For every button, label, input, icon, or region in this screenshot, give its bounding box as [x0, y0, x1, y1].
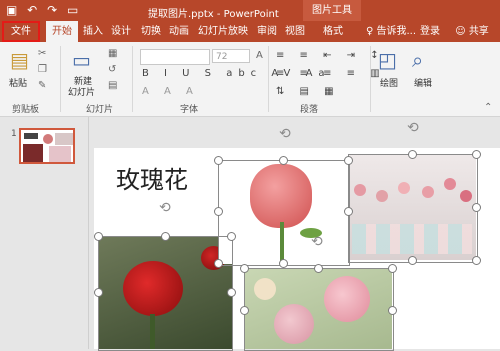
cut-icon[interactable]: ✂	[38, 48, 46, 59]
resize-handle[interactable]	[408, 256, 417, 265]
paste-button[interactable]: 粘贴	[9, 76, 27, 89]
collapse-ribbon-icon[interactable]: ⌃	[484, 102, 492, 113]
tab-animations[interactable]: 动画	[166, 21, 192, 42]
resize-handle[interactable]	[472, 150, 481, 159]
resize-handle[interactable]	[214, 156, 223, 165]
resize-handle[interactable]	[472, 203, 481, 212]
slide-thumbnail-pane: 1	[0, 117, 89, 349]
person-icon: ☺	[455, 26, 466, 37]
font-grow-icon[interactable]: A	[256, 50, 263, 61]
group-label-font: 字体	[180, 105, 199, 115]
layout-icon[interactable]: ▦	[108, 48, 117, 59]
resize-handle[interactable]	[94, 232, 103, 241]
redo-icon[interactable]: ↷	[47, 3, 57, 17]
selection-frame	[218, 160, 350, 266]
resize-handle[interactable]	[472, 256, 481, 265]
document-title: 提取图片.pptx - PowerPoint	[148, 9, 279, 20]
font-format-row-2[interactable]: A A A	[142, 86, 199, 97]
quick-access-toolbar: ▣ ↶ ↷ ▭	[6, 3, 84, 17]
slide-thumbnail[interactable]	[19, 128, 75, 164]
ribbon-home: ▤ 粘贴 ✂ ❐ ✎ 剪贴板 ▭ 新建 幻灯片 ▦ ↺ ▤ 幻灯片 72 A B…	[0, 42, 500, 117]
signin-button[interactable]: 登录	[416, 21, 444, 42]
ribbon-tabs: 文件 开始 插入 设计 切换 动画 幻灯片放映 审阅 视图 格式 ♀ 告诉我..…	[0, 21, 500, 42]
resize-handle[interactable]	[161, 232, 170, 241]
tab-review[interactable]: 审阅	[254, 21, 280, 42]
font-family-box[interactable]	[140, 49, 210, 65]
tab-view[interactable]: 视图	[282, 21, 308, 42]
editing-button[interactable]: 编辑	[414, 76, 432, 89]
tab-transitions[interactable]: 切换	[138, 21, 164, 42]
resize-handle[interactable]	[388, 264, 397, 273]
new-slide-label-2[interactable]: 幻灯片	[68, 85, 95, 98]
rotate-handle-icon[interactable]: ⟲	[407, 120, 419, 136]
group-separator	[60, 46, 61, 112]
tab-slideshow[interactable]: 幻灯片放映	[196, 21, 250, 42]
save-icon[interactable]: ▣	[6, 3, 17, 17]
list-buttons-row[interactable]: ≡ ≡ ⇤ ⇥ ↕	[276, 50, 385, 61]
slide-number: 1	[11, 129, 17, 139]
font-size-box[interactable]: 72	[212, 49, 250, 63]
undo-icon[interactable]: ↶	[27, 3, 37, 17]
rotate-handle-icon[interactable]: ⟲	[279, 126, 291, 142]
present-icon[interactable]: ▭	[67, 3, 78, 17]
slide-title[interactable]: 玫瑰花	[116, 160, 188, 195]
format-painter-icon[interactable]: ✎	[38, 80, 46, 91]
find-icon[interactable]: ⌕	[412, 48, 423, 72]
selection-frame	[348, 154, 478, 263]
section-icon[interactable]: ▤	[108, 80, 117, 91]
group-label-paragraph: 段落	[300, 105, 319, 115]
rotate-handle-icon[interactable]: ⟲	[311, 234, 323, 250]
paste-icon[interactable]: ▤	[10, 48, 29, 72]
tab-design[interactable]: 设计	[108, 21, 134, 42]
group-label-slides: 幻灯片	[86, 105, 114, 115]
group-separator	[132, 46, 133, 112]
drawing-button[interactable]: 绘图	[380, 76, 398, 89]
resize-handle[interactable]	[94, 288, 103, 297]
share-button[interactable]: ☺ 共享	[448, 21, 496, 42]
tell-me-box[interactable]: ♀ 告诉我...	[362, 21, 420, 42]
new-slide-icon[interactable]: ▭	[72, 48, 91, 72]
resize-handle[interactable]	[214, 207, 223, 216]
group-separator	[268, 46, 269, 112]
drawing-icon[interactable]: ◰	[378, 48, 397, 72]
tab-file[interactable]: 文件	[2, 21, 40, 42]
group-label-clipboard: 剪贴板	[12, 105, 40, 115]
selection-frame	[98, 236, 233, 351]
resize-handle[interactable]	[344, 156, 353, 165]
resize-handle[interactable]	[214, 259, 223, 268]
resize-handle[interactable]	[344, 207, 353, 216]
tab-home[interactable]: 开始	[46, 21, 78, 42]
resize-handle[interactable]	[314, 264, 323, 273]
group-separator	[370, 46, 371, 112]
resize-handle[interactable]	[227, 232, 236, 241]
tab-format[interactable]: 格式	[318, 21, 348, 42]
resize-handle[interactable]	[408, 150, 417, 159]
resize-handle[interactable]	[388, 306, 397, 315]
share-label: 共享	[468, 26, 489, 37]
resize-handle[interactable]	[240, 264, 249, 273]
reset-icon[interactable]: ↺	[108, 64, 116, 75]
rotate-handle-icon[interactable]: ⟲	[159, 200, 171, 216]
paragraph-extra-row[interactable]: ⇅ ▤ ▦	[276, 86, 340, 97]
contextual-tab-group-label: 图片工具	[303, 0, 361, 21]
resize-handle[interactable]	[279, 259, 288, 268]
title-bar: ▣ ↶ ↷ ▭ 提取图片.pptx - PowerPoint 图片工具	[0, 0, 500, 21]
selection-frame	[244, 268, 394, 351]
resize-handle[interactable]	[240, 306, 249, 315]
copy-icon[interactable]: ❐	[38, 64, 47, 75]
tab-insert[interactable]: 插入	[80, 21, 106, 42]
resize-handle[interactable]	[279, 156, 288, 165]
resize-handle[interactable]	[227, 288, 236, 297]
